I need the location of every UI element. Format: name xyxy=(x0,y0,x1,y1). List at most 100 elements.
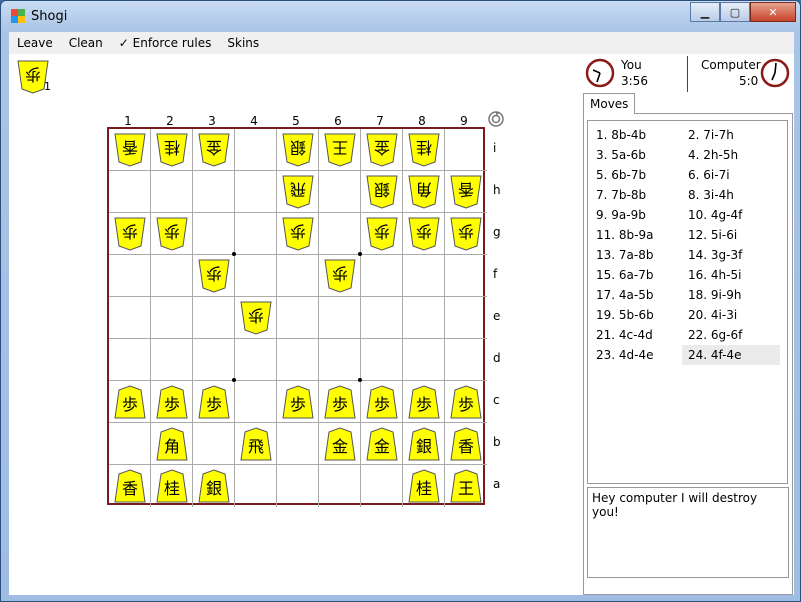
shogi-piece[interactable]: 香 xyxy=(450,175,482,209)
move-item[interactable]: 16. 4h-5i xyxy=(682,265,780,285)
move-item[interactable]: 19. 5b-6b xyxy=(590,305,688,325)
move-item[interactable]: 10. 4g-4f xyxy=(682,205,780,225)
shogi-piece[interactable]: 歩 xyxy=(324,385,356,419)
shogi-piece[interactable]: 歩 xyxy=(366,385,398,419)
board-cell[interactable] xyxy=(277,339,319,381)
board-cell[interactable] xyxy=(151,255,193,297)
shogi-piece[interactable]: 桂 xyxy=(408,133,440,167)
shogi-piece[interactable]: 角 xyxy=(156,427,188,461)
move-item[interactable]: 11. 8b-9a xyxy=(590,225,688,245)
board-cell[interactable] xyxy=(109,423,151,465)
board-cell[interactable] xyxy=(235,129,277,171)
move-item[interactable]: 13. 7a-8b xyxy=(590,245,688,265)
shogi-piece[interactable]: 歩 xyxy=(324,259,356,293)
move-item[interactable]: 21. 4c-4d xyxy=(590,325,688,345)
board-cell[interactable] xyxy=(193,423,235,465)
menu-skins[interactable]: Skins xyxy=(219,32,267,54)
board-cell[interactable] xyxy=(151,339,193,381)
board-cell[interactable] xyxy=(319,297,361,339)
shogi-piece[interactable]: 歩 xyxy=(450,385,482,419)
board-cell[interactable] xyxy=(235,171,277,213)
move-item[interactable]: 9. 9a-9b xyxy=(590,205,688,225)
board-cell[interactable] xyxy=(235,339,277,381)
board-cell[interactable] xyxy=(319,339,361,381)
shogi-piece[interactable]: 香 xyxy=(114,133,146,167)
move-item[interactable]: 3. 5a-6b xyxy=(590,145,688,165)
title-bar[interactable]: Shogi ▁ ▢ ✕ xyxy=(1,1,801,31)
shogi-piece[interactable]: 歩 xyxy=(366,217,398,251)
chat-input[interactable]: Hey computer I will destroy you! xyxy=(587,487,789,578)
move-item[interactable]: 2. 7i-7h xyxy=(682,125,780,145)
move-item[interactable]: 24. 4f-4e xyxy=(682,345,780,365)
board-cell[interactable] xyxy=(193,297,235,339)
shogi-piece[interactable]: 香 xyxy=(450,427,482,461)
shogi-piece[interactable]: 歩 xyxy=(114,385,146,419)
shogi-piece[interactable]: 銀 xyxy=(282,133,314,167)
board-cell[interactable] xyxy=(319,213,361,255)
shogi-piece[interactable]: 歩 xyxy=(198,385,230,419)
shogi-piece[interactable]: 金 xyxy=(366,427,398,461)
shogi-piece[interactable]: 歩 xyxy=(240,301,272,335)
board-cell[interactable] xyxy=(277,465,319,507)
shogi-piece[interactable]: 歩 xyxy=(408,217,440,251)
board-cell[interactable] xyxy=(151,171,193,213)
shogi-piece[interactable]: 歩 xyxy=(282,385,314,419)
board-cell[interactable] xyxy=(361,339,403,381)
board-cell[interactable] xyxy=(361,465,403,507)
board-cell[interactable] xyxy=(319,171,361,213)
shogi-piece[interactable]: 桂 xyxy=(156,469,188,503)
shogi-piece[interactable]: 王 xyxy=(324,133,356,167)
board-cell[interactable] xyxy=(109,339,151,381)
moves-list[interactable]: 1. 8b-4b 2. 7i-7h 3. 5a-6b 4. 2h-5h 5. 6b-7b… xyxy=(587,120,788,484)
shogi-board[interactable]: 香桂金銀王金桂飛銀角香歩歩歩歩歩歩歩歩歩歩歩歩歩歩歩歩歩角飛金金銀香香桂銀桂王 xyxy=(107,127,487,507)
shogi-piece[interactable]: 桂 xyxy=(408,469,440,503)
board-cell[interactable] xyxy=(445,297,487,339)
shogi-piece[interactable]: 桂 xyxy=(156,133,188,167)
board-cell[interactable] xyxy=(235,255,277,297)
move-item[interactable]: 8. 3i-4h xyxy=(682,185,780,205)
board-cell[interactable] xyxy=(445,129,487,171)
move-item[interactable]: 4. 2h-5h xyxy=(682,145,780,165)
move-item[interactable]: 23. 4d-4e xyxy=(590,345,688,365)
shogi-piece[interactable]: 歩 xyxy=(156,217,188,251)
shogi-piece[interactable]: 歩 xyxy=(408,385,440,419)
move-item[interactable]: 17. 4a-5b xyxy=(590,285,688,305)
board-cell[interactable] xyxy=(109,171,151,213)
shogi-piece[interactable]: 王 xyxy=(450,469,482,503)
board-cell[interactable] xyxy=(277,423,319,465)
move-item[interactable]: 14. 3g-3f xyxy=(682,245,780,265)
board-cell[interactable] xyxy=(235,213,277,255)
board-cell[interactable] xyxy=(193,213,235,255)
board-cell[interactable] xyxy=(109,255,151,297)
move-item[interactable]: 20. 4i-3i xyxy=(682,305,780,325)
move-item[interactable]: 12. 5i-6i xyxy=(682,225,780,245)
board-cell[interactable] xyxy=(361,255,403,297)
board-cell[interactable] xyxy=(403,297,445,339)
rotate-board-icon[interactable] xyxy=(487,110,505,128)
maximize-button[interactable]: ▢ xyxy=(720,2,750,22)
board-cell[interactable] xyxy=(277,297,319,339)
board-cell[interactable] xyxy=(403,255,445,297)
board-cell[interactable] xyxy=(193,171,235,213)
move-item[interactable]: 1. 8b-4b xyxy=(590,125,688,145)
shogi-piece[interactable]: 角 xyxy=(408,175,440,209)
shogi-piece[interactable]: 香 xyxy=(114,469,146,503)
board-cell[interactable] xyxy=(151,297,193,339)
board-cell[interactable] xyxy=(235,381,277,423)
minimize-button[interactable]: ▁ xyxy=(690,2,720,22)
shogi-piece[interactable]: 銀 xyxy=(408,427,440,461)
shogi-piece[interactable]: 飛 xyxy=(240,427,272,461)
close-button[interactable]: ✕ xyxy=(750,2,796,22)
shogi-piece[interactable]: 銀 xyxy=(366,175,398,209)
menu-enforce-rules[interactable]: ✓ Enforce rules xyxy=(111,32,220,54)
move-item[interactable]: 22. 6g-6f xyxy=(682,325,780,345)
shogi-piece[interactable]: 歩 xyxy=(282,217,314,251)
shogi-piece[interactable]: 金 xyxy=(198,133,230,167)
board-cell[interactable] xyxy=(109,297,151,339)
board-cell[interactable] xyxy=(277,255,319,297)
move-item[interactable]: 6. 6i-7i xyxy=(682,165,780,185)
shogi-piece[interactable]: 銀 xyxy=(198,469,230,503)
move-item[interactable]: 15. 6a-7b xyxy=(590,265,688,285)
shogi-piece[interactable]: 歩 xyxy=(198,259,230,293)
board-cell[interactable] xyxy=(403,339,445,381)
